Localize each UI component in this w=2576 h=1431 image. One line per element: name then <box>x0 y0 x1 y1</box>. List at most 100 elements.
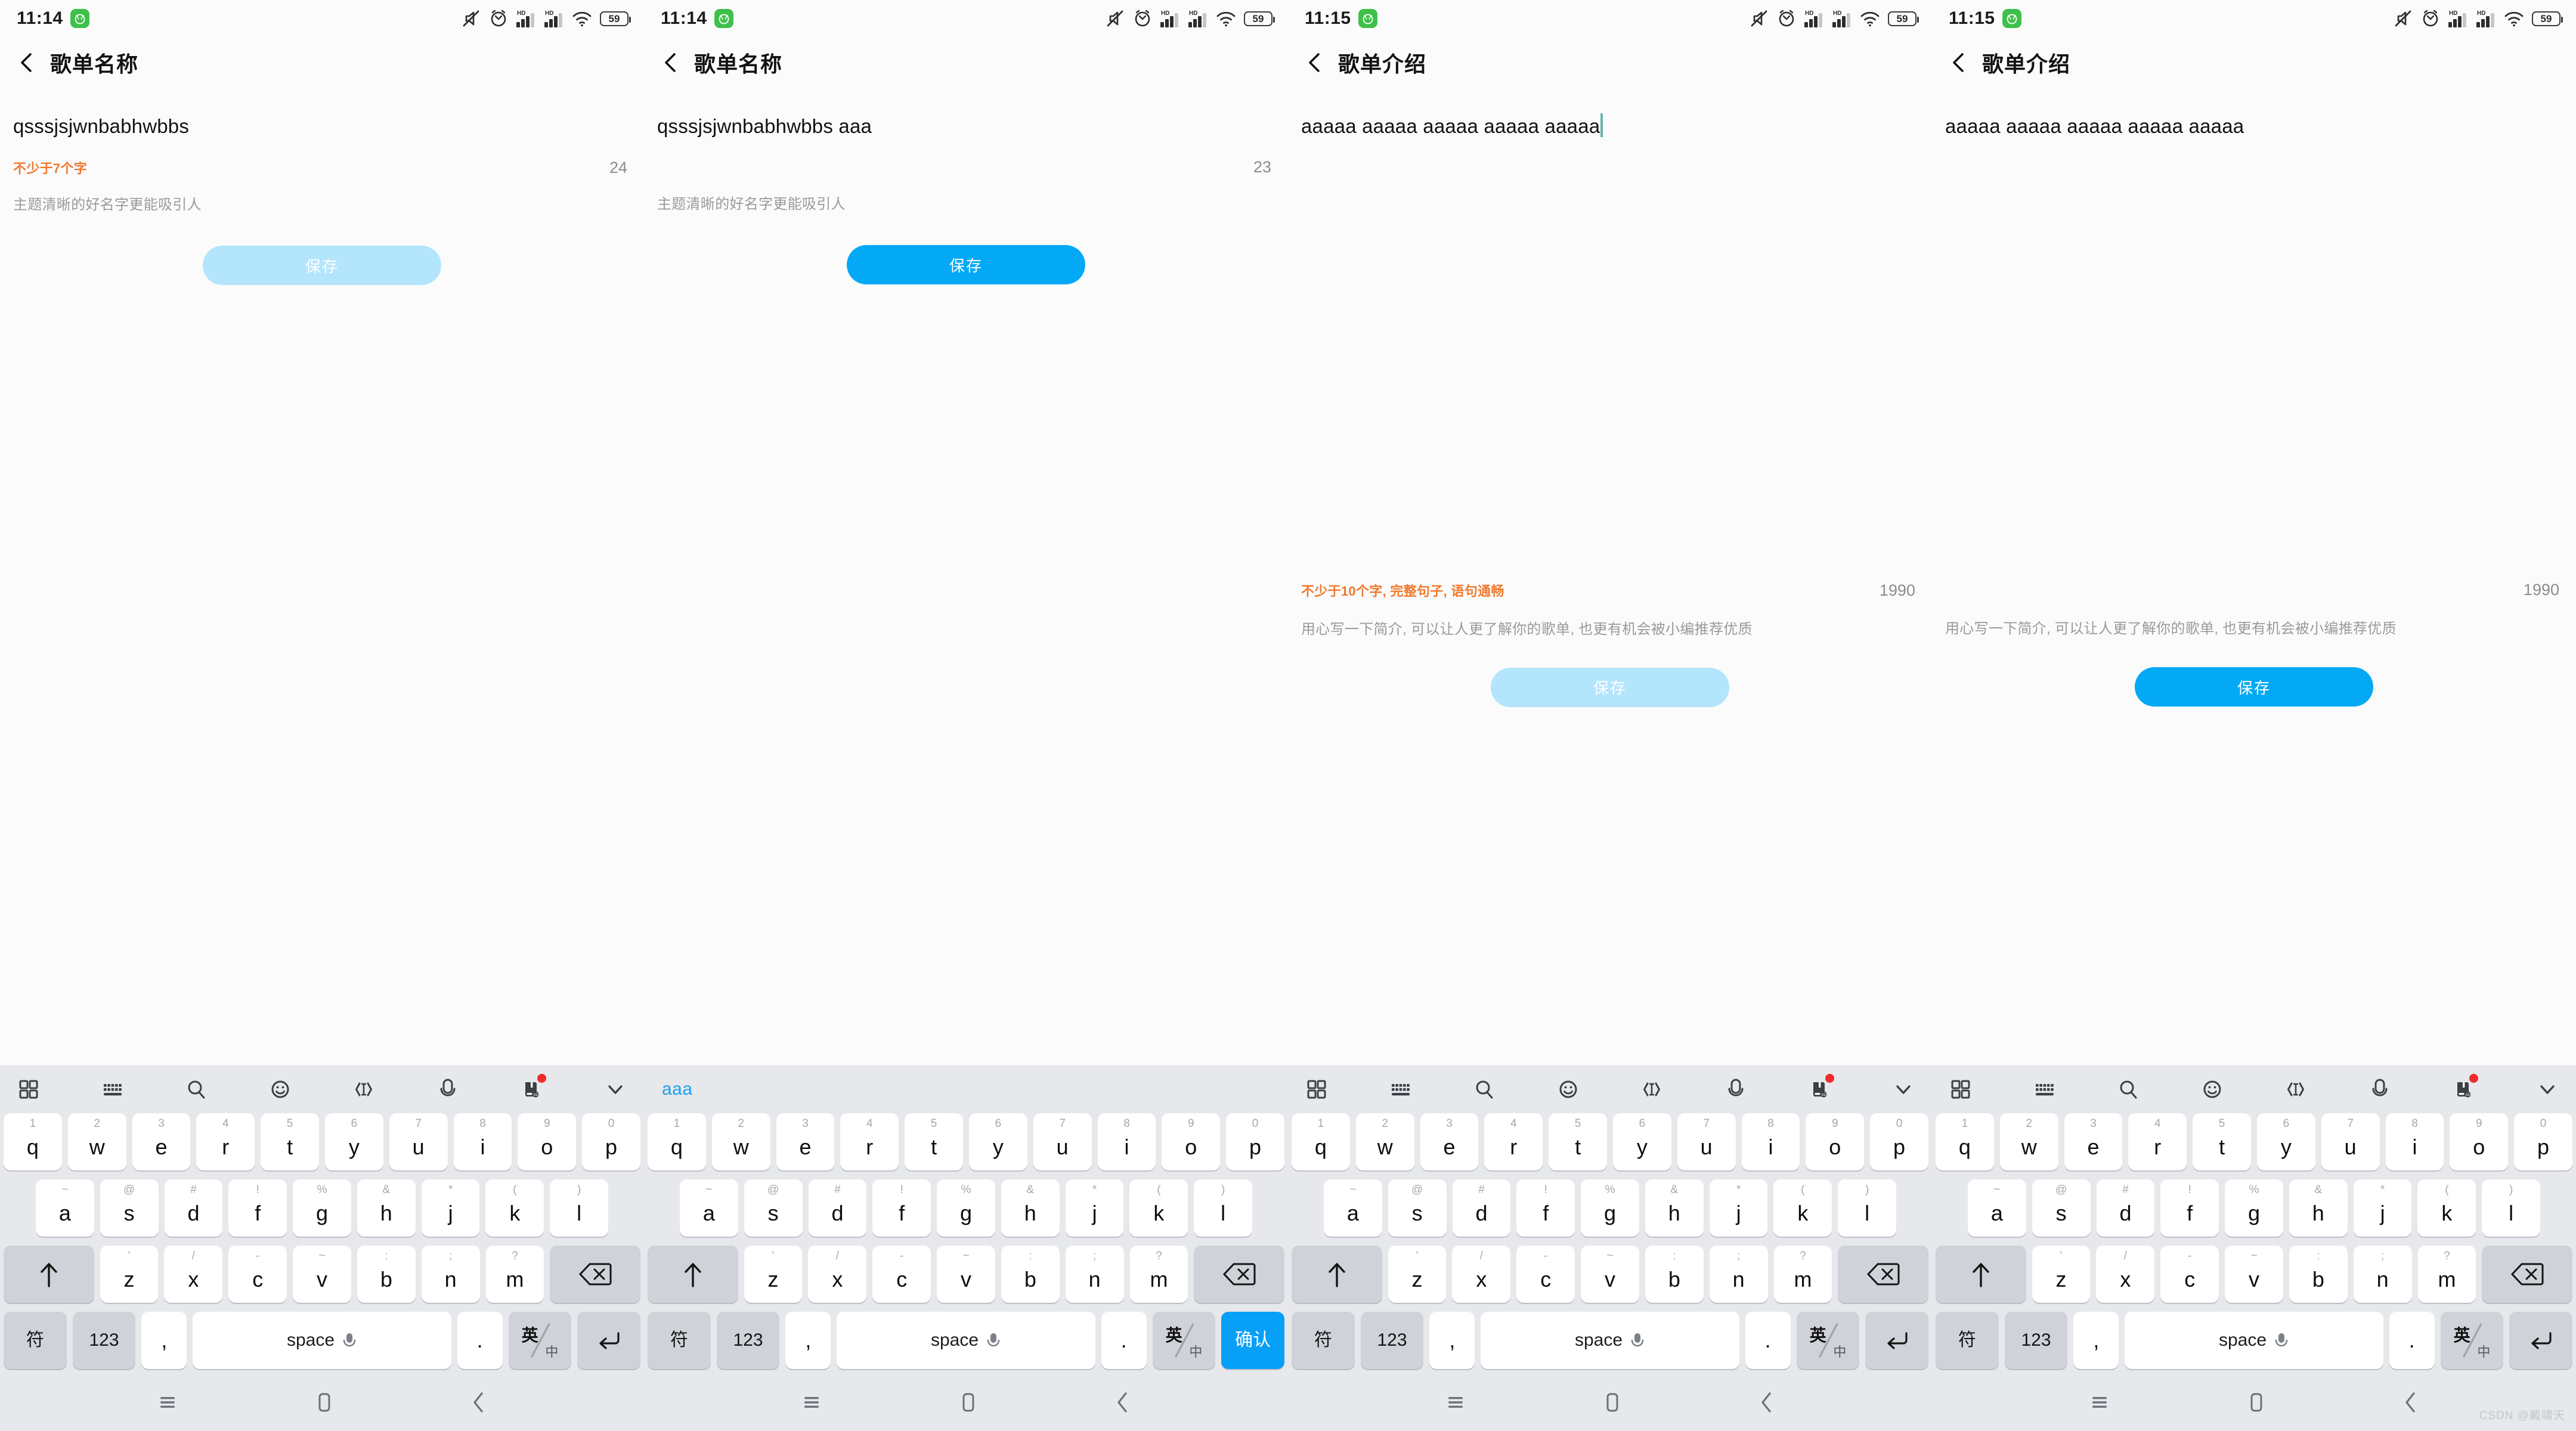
search-icon[interactable] <box>2113 1074 2144 1105</box>
key-f[interactable]: ! f <box>2160 1179 2219 1237</box>
key-u[interactable]: 7u <box>1677 1113 1736 1170</box>
key-g[interactable]: % g <box>2225 1179 2283 1237</box>
space-key[interactable]: space <box>1481 1312 1739 1369</box>
recents-icon[interactable] <box>800 1390 823 1414</box>
key-g[interactable]: % g <box>293 1179 351 1237</box>
comma-key[interactable]: , <box>2073 1312 2119 1369</box>
recents-icon[interactable] <box>156 1390 179 1414</box>
key-u[interactable]: 7u <box>1033 1113 1092 1170</box>
backspace-key[interactable] <box>550 1246 641 1303</box>
confirm-key[interactable]: 确认 <box>1221 1312 1284 1369</box>
back-arrow-icon[interactable] <box>1304 51 1326 74</box>
back-icon[interactable] <box>469 1389 488 1415</box>
key-u[interactable]: 7u <box>2321 1113 2380 1170</box>
input-value[interactable]: aaaaa aaaaa aaaaa aaaaa aaaaa <box>1945 113 2244 140</box>
back-icon[interactable] <box>1757 1389 1776 1415</box>
key-h[interactable]: & h <box>1001 1179 1060 1237</box>
key-n[interactable]: ; n <box>2353 1246 2412 1303</box>
text-cursor-icon[interactable] <box>348 1074 379 1105</box>
key-x[interactable]: / x <box>1452 1246 1511 1303</box>
key-y[interactable]: 6y <box>968 1113 1027 1170</box>
mic-icon[interactable] <box>2364 1074 2395 1105</box>
key-d[interactable]: # d <box>164 1179 223 1237</box>
period-key[interactable]: . <box>2389 1312 2435 1369</box>
backspace-key[interactable] <box>1838 1246 1929 1303</box>
dictionary-ad-icon[interactable]: AD <box>2448 1074 2479 1105</box>
key-i[interactable]: 8i <box>1741 1113 1800 1170</box>
key-r[interactable]: 4r <box>840 1113 899 1170</box>
key-y[interactable]: 6y <box>1612 1113 1671 1170</box>
period-key[interactable]: . <box>1745 1312 1791 1369</box>
shift-key[interactable] <box>4 1246 94 1303</box>
key-c[interactable]: -c <box>1516 1246 1575 1303</box>
suggestion-word[interactable]: aaa <box>662 1079 693 1099</box>
key-m[interactable]: ? m <box>2417 1246 2476 1303</box>
search-icon[interactable] <box>1469 1074 1500 1105</box>
enter-key[interactable] <box>577 1312 640 1369</box>
key-x[interactable]: / x <box>808 1246 867 1303</box>
shift-key[interactable] <box>648 1246 738 1303</box>
backspace-key[interactable] <box>1194 1246 1285 1303</box>
key-a[interactable]: ~ a <box>1324 1179 1382 1237</box>
key-m[interactable]: ? m <box>1773 1246 1832 1303</box>
key-l[interactable]: ) l <box>1838 1179 1897 1237</box>
key-r[interactable]: 4r <box>2128 1113 2187 1170</box>
key-b[interactable]: :b <box>1645 1246 1704 1303</box>
symbol-key[interactable]: 符 <box>1936 1312 1999 1369</box>
key-h[interactable]: & h <box>2289 1179 2348 1237</box>
keyboard-icon[interactable] <box>97 1074 128 1105</box>
key-a[interactable]: ~ a <box>680 1179 738 1237</box>
key-y[interactable]: 6y <box>324 1113 383 1170</box>
mic-icon[interactable] <box>342 1331 357 1349</box>
key-d[interactable]: # d <box>1452 1179 1511 1237</box>
key-a[interactable]: ~ a <box>36 1179 94 1237</box>
language-toggle-key[interactable]: 英中 <box>1152 1312 1216 1369</box>
key-g[interactable]: % g <box>1581 1179 1639 1237</box>
key-t[interactable]: 5t <box>261 1113 319 1170</box>
input-value[interactable]: qsssjsjwnbabhwbbs <box>13 113 189 140</box>
dictionary-ad-icon[interactable]: AD <box>1804 1074 1835 1105</box>
key-v[interactable]: ~ v <box>2225 1246 2283 1303</box>
home-icon[interactable] <box>2244 1389 2268 1415</box>
period-key[interactable]: . <box>457 1312 503 1369</box>
key-v[interactable]: ~ v <box>937 1246 995 1303</box>
back-arrow-icon[interactable] <box>660 51 682 74</box>
comma-key[interactable]: , <box>785 1312 831 1369</box>
key-f[interactable]: ! f <box>872 1179 931 1237</box>
key-w[interactable]: 2w <box>1355 1113 1414 1170</box>
symbol-key[interactable]: 符 <box>648 1312 711 1369</box>
key-c[interactable]: -c <box>2160 1246 2219 1303</box>
mic-icon[interactable] <box>986 1331 1001 1349</box>
numeric-key[interactable]: 123 <box>1360 1312 1424 1369</box>
emoji-icon[interactable] <box>265 1074 296 1105</box>
key-n[interactable]: ; n <box>1709 1246 1768 1303</box>
key-b[interactable]: :b <box>357 1246 416 1303</box>
space-key[interactable]: space <box>2125 1312 2383 1369</box>
key-b[interactable]: :b <box>2289 1246 2348 1303</box>
back-arrow-icon[interactable] <box>1948 51 1970 74</box>
language-toggle-key[interactable]: 英中 <box>1796 1312 1860 1369</box>
key-i[interactable]: 8i <box>2385 1113 2444 1170</box>
input-value[interactable]: qsssjsjwnbabhwbbs aaa <box>657 113 872 140</box>
chevron-down-icon[interactable] <box>600 1074 631 1105</box>
key-u[interactable]: 7u <box>389 1113 448 1170</box>
numeric-key[interactable]: 123 <box>72 1312 136 1369</box>
language-toggle-key[interactable]: 英中 <box>508 1312 572 1369</box>
key-n[interactable]: ; n <box>1065 1246 1124 1303</box>
key-t[interactable]: 5t <box>2193 1113 2251 1170</box>
key-j[interactable]: * j <box>1065 1179 1124 1237</box>
home-icon[interactable] <box>312 1389 336 1415</box>
mic-icon[interactable] <box>2274 1331 2289 1349</box>
key-e[interactable]: 3e <box>2064 1113 2123 1170</box>
key-o[interactable]: 9o <box>2450 1113 2509 1170</box>
key-v[interactable]: ~ v <box>293 1246 351 1303</box>
chevron-down-icon[interactable] <box>2532 1074 2563 1105</box>
key-w[interactable]: 2w <box>711 1113 770 1170</box>
key-j[interactable]: * j <box>2353 1179 2412 1237</box>
key-n[interactable]: ; n <box>421 1246 480 1303</box>
key-q[interactable]: 1q <box>1936 1113 1994 1170</box>
text-cursor-icon[interactable] <box>1636 1074 1667 1105</box>
key-d[interactable]: # d <box>2096 1179 2155 1237</box>
grid-icon[interactable] <box>1945 1074 1976 1105</box>
key-l[interactable]: ) l <box>550 1179 609 1237</box>
